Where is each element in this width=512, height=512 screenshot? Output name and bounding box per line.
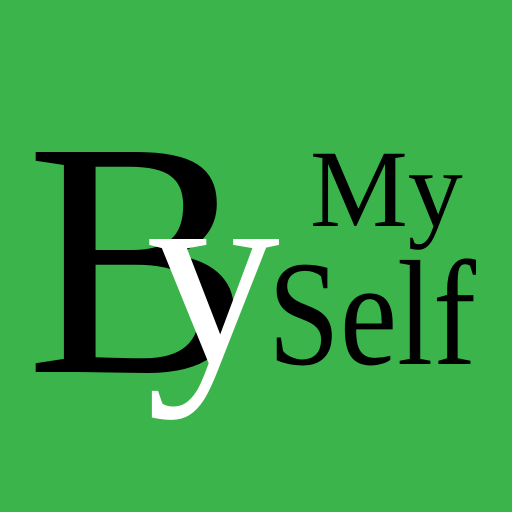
- app-icon: B y My Self: [0, 0, 512, 512]
- logo-word-self: Self: [268, 231, 476, 397]
- logo-letter-y: y: [146, 123, 280, 421]
- by-myself-logo: B y My Self: [0, 0, 512, 512]
